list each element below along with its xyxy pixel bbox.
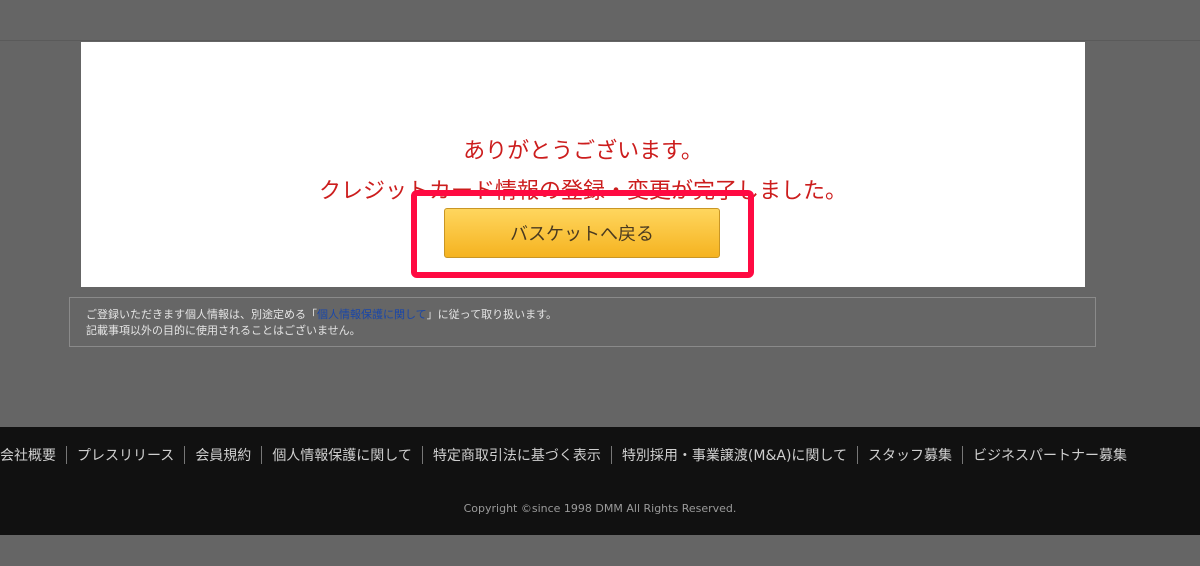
footer-link-staff[interactable]: スタッフ募集 <box>858 445 962 465</box>
header-divider <box>0 40 1200 41</box>
footer-link-ma[interactable]: 特別採用・事業譲渡(M&A)に関して <box>612 445 857 465</box>
footer-nav: 会社概要 プレスリリース 会員規約 個人情報保護に関して 特定商取引法に基づく表… <box>0 445 1200 465</box>
privacy-notice: ご登録いただきます個人情報は、別途定める「個人情報保護に関して」に従って取り扱い… <box>69 297 1096 347</box>
footer-link-terms[interactable]: 会員規約 <box>185 445 261 465</box>
privacy-notice-line2: 記載事項以外の目的に使用されることはございません。 <box>86 324 361 337</box>
footer: 会社概要 プレスリリース 会員規約 個人情報保護に関して 特定商取引法に基づく表… <box>0 427 1200 535</box>
privacy-notice-prefix: ご登録いただきます個人情報は、別途定める「 <box>86 308 317 321</box>
copyright-text: Copyright ©since 1998 DMM All Rights Res… <box>463 502 737 515</box>
footer-link-partner[interactable]: ビジネスパートナー募集 <box>963 445 1137 465</box>
thank-you-message: ありがとうございます。 <box>463 139 703 164</box>
privacy-policy-link[interactable]: 個人情報保護に関して <box>317 308 427 321</box>
privacy-notice-line1: ご登録いただきます個人情報は、別途定める「個人情報保護に関して」に従って取り扱い… <box>86 307 1095 323</box>
footer-link-company[interactable]: 会社概要 <box>0 445 66 465</box>
footer-link-privacy[interactable]: 個人情報保護に関して <box>262 445 422 465</box>
footer-link-commerce-law[interactable]: 特定商取引法に基づく表示 <box>423 445 611 465</box>
privacy-notice-suffix: 」に従って取り扱います。 <box>426 308 558 321</box>
footer-link-press[interactable]: プレスリリース <box>67 445 184 465</box>
back-to-basket-button[interactable]: バスケットへ戻る <box>444 208 720 258</box>
